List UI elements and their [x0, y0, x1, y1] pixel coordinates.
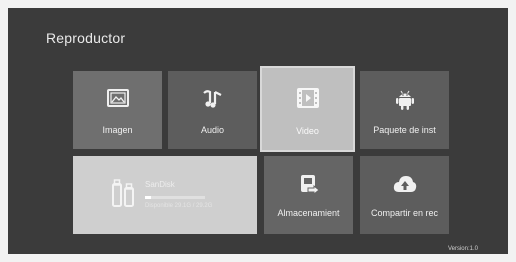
music-note-icon	[168, 89, 257, 109]
tile-almacenamiento-label: Almacenamient	[277, 208, 340, 218]
usb-drive-icon	[111, 178, 135, 213]
tile-audio-label: Audio	[200, 125, 225, 135]
tile-paquete-label: Paquete de inst	[373, 125, 436, 135]
tile-imagen-label: Imagen	[102, 125, 133, 135]
storage-card-sandisk[interactable]: SanDisk Disponible 29.1G / 29.2G	[73, 156, 257, 234]
android-icon	[360, 89, 449, 111]
storage-icon	[264, 174, 353, 196]
tile-video[interactable]: Video	[260, 66, 355, 152]
storage-info: Disponible 29.1G / 29.2G	[145, 203, 213, 209]
tile-video-label: Video	[296, 126, 319, 136]
cloud-upload-icon	[360, 174, 449, 194]
tile-audio[interactable]: Audio	[168, 71, 257, 149]
tile-compartir-en-red[interactable]: Compartir en rec	[360, 156, 449, 234]
tile-imagen[interactable]: Imagen	[73, 71, 162, 149]
image-icon	[73, 89, 162, 107]
tile-compartir-label: Compartir en rec	[370, 208, 439, 218]
page-title: Reproductor	[46, 30, 126, 46]
film-icon	[262, 88, 353, 108]
storage-name: SanDisk	[145, 180, 175, 189]
version-label: Version:1.0	[447, 246, 478, 252]
player-screen: Reproductor Imagen Audio Video Paquete d…	[8, 8, 508, 254]
tile-paquete-instalacion[interactable]: Paquete de inst	[360, 71, 449, 149]
storage-usage-bar	[145, 196, 205, 199]
storage-usage-fill	[145, 196, 151, 199]
tile-almacenamiento[interactable]: Almacenamient	[264, 156, 353, 234]
